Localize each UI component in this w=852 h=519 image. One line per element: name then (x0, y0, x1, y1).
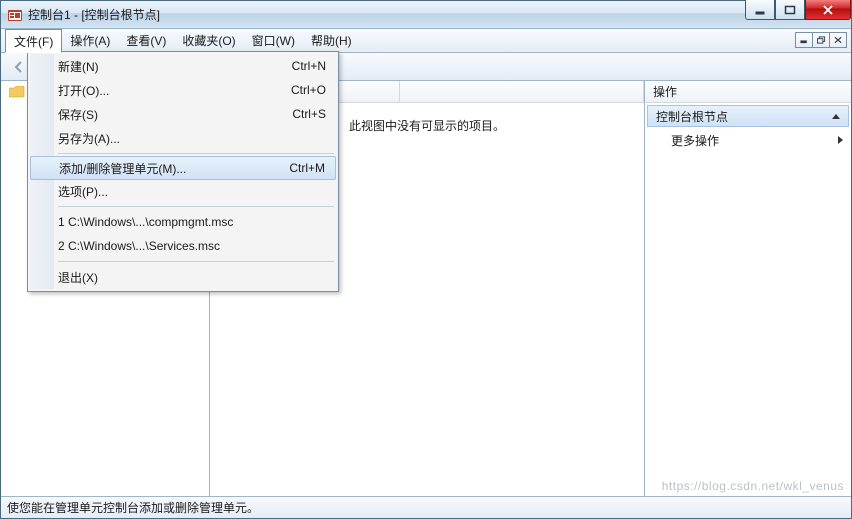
actions-panel: 操作 控制台根节点 更多操作 (645, 81, 851, 496)
collapse-icon (832, 114, 840, 119)
menu-favorites[interactable]: 收藏夹(O) (174, 29, 243, 52)
menu-options[interactable]: 选项(P)... (30, 179, 336, 203)
column-spacer[interactable] (400, 81, 644, 102)
actions-more-label: 更多操作 (671, 132, 719, 149)
menu-separator (58, 153, 334, 154)
status-text: 使您能在管理单元控制台添加或删除管理单元。 (7, 499, 259, 516)
window-title: 控制台1 - [控制台根节点] (28, 6, 160, 23)
actions-header: 操作 (645, 81, 851, 103)
menu-saveas[interactable]: 另存为(A)... (30, 126, 336, 150)
mdi-minimize-button[interactable] (795, 32, 813, 48)
menu-view[interactable]: 查看(V) (118, 29, 174, 52)
mdi-restore-button[interactable] (812, 32, 830, 48)
menu-options-label: 选项(P)... (58, 183, 108, 200)
mdi-controls (796, 32, 847, 48)
menu-recent-1-label: 1 C:\Windows\...\compmgmt.msc (58, 215, 233, 229)
file-menu-dropdown: 新建(N) Ctrl+N 打开(O)... Ctrl+O 保存(S) Ctrl+S 另… (27, 51, 339, 292)
menu-recent-1[interactable]: 1 C:\Windows\...\compmgmt.msc (30, 210, 336, 234)
window-controls (745, 0, 851, 20)
mdi-close-button[interactable] (829, 32, 847, 48)
menu-recent-2[interactable]: 2 C:\Windows\...\Services.msc (30, 234, 336, 258)
menubar: 文件(F) 操作(A) 查看(V) 收藏夹(O) 窗口(W) 帮助(H) (1, 29, 851, 53)
close-button[interactable] (805, 0, 851, 20)
minimize-button[interactable] (745, 0, 775, 20)
titlebar[interactable]: 控制台1 - [控制台根节点] (1, 1, 851, 29)
maximize-button[interactable] (775, 0, 805, 20)
menu-separator (58, 206, 334, 207)
menu-snapin-shortcut: Ctrl+M (289, 161, 325, 175)
menu-file[interactable]: 文件(F) (5, 29, 62, 53)
menu-snapin-label: 添加/删除管理单元(M)... (59, 160, 186, 177)
app-window: 控制台1 - [控制台根节点] 文件(F) 操作(A) 查看(V) 收藏夹(O)… (0, 0, 852, 519)
actions-node-label: 控制台根节点 (656, 108, 728, 125)
actions-node-header[interactable]: 控制台根节点 (647, 105, 849, 127)
app-icon (7, 7, 23, 23)
menu-new-shortcut: Ctrl+N (292, 59, 326, 73)
menu-open-label: 打开(O)... (58, 82, 109, 99)
menu-action[interactable]: 操作(A) (62, 29, 118, 52)
menu-new[interactable]: 新建(N) Ctrl+N (30, 54, 336, 78)
statusbar: 使您能在管理单元控制台添加或删除管理单元。 (1, 496, 851, 518)
menu-open[interactable]: 打开(O)... Ctrl+O (30, 78, 336, 102)
menu-save-label: 保存(S) (58, 106, 98, 123)
menu-add-remove-snapin[interactable]: 添加/删除管理单元(M)... Ctrl+M (30, 156, 336, 180)
folder-icon (9, 86, 25, 98)
menu-window[interactable]: 窗口(W) (244, 29, 303, 52)
menu-exit-label: 退出(X) (58, 269, 98, 286)
menu-save[interactable]: 保存(S) Ctrl+S (30, 102, 336, 126)
menu-separator (58, 261, 334, 262)
submenu-icon (838, 136, 843, 144)
actions-more[interactable]: 更多操作 (645, 129, 851, 151)
menu-save-shortcut: Ctrl+S (292, 107, 326, 121)
menu-help[interactable]: 帮助(H) (303, 29, 360, 52)
menu-recent-2-label: 2 C:\Windows\...\Services.msc (58, 239, 220, 253)
menu-open-shortcut: Ctrl+O (291, 83, 326, 97)
menu-exit[interactable]: 退出(X) (30, 265, 336, 289)
menu-saveas-label: 另存为(A)... (58, 130, 120, 147)
menu-new-label: 新建(N) (58, 58, 99, 75)
